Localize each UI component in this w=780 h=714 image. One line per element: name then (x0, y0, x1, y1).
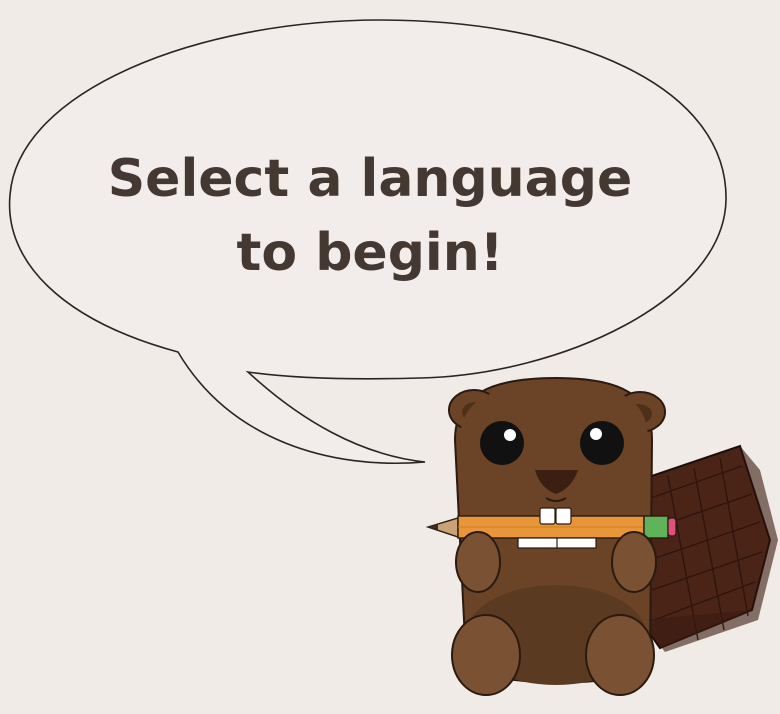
language-select-prompt-screen: Select a language to begin! (0, 0, 780, 714)
beaver-with-pencil-icon (425, 376, 778, 696)
illustration (8, 19, 778, 696)
prompt-line-2: to begin! (236, 223, 504, 283)
prompt-line-1: Select a language (107, 149, 633, 209)
speech-bubble-text: Select a language to begin! (40, 142, 700, 290)
tail-icon (639, 444, 778, 652)
